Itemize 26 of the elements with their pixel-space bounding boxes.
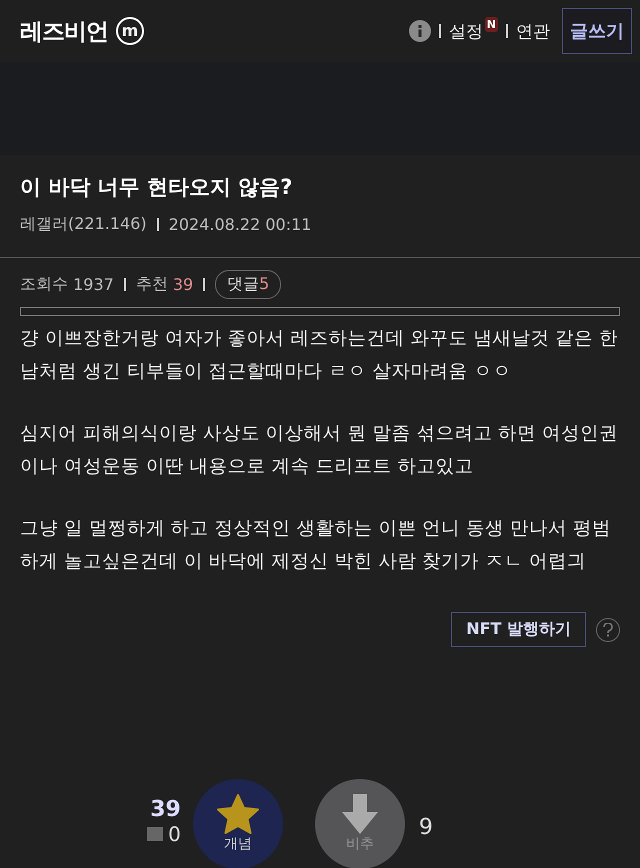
downvote-count: 9 <box>418 814 433 840</box>
recommend-label: 추천 <box>136 274 168 295</box>
recommend-count: 39 <box>172 275 194 294</box>
info-icon[interactable] <box>408 20 431 42</box>
site-logo[interactable]: 레즈비언 <box>20 16 108 46</box>
fixed-upvote-count: 0 <box>168 822 181 846</box>
post-paragraph: 걍 이쁘장한거랑 여자가 좋아서 레즈하는건데 와꾸도 냄새날것 같은 한남처럼 생긴 티부들이 접근할때마다 ㄹㅇ 살자마려움 ㅇㅇ <box>20 327 620 384</box>
comments-button[interactable]: 댓글5 <box>215 270 282 299</box>
upvote-button[interactable]: 개념 <box>192 779 283 868</box>
help-icon[interactable] <box>596 618 620 642</box>
post-paragraph: 그냥 일 멀쩡하게 하고 정상적인 생활하는 이쁜 언니 동생 만나서 평범하게 놀고싶은건데 이 바닥에 제정신 박힌 사람 찾기가 ㅈㄴ 어렵긔 <box>20 517 612 574</box>
nft-button[interactable]: NFT 발행하기 <box>451 612 586 647</box>
star-icon <box>216 793 260 835</box>
upvote-count: 39 <box>150 797 181 822</box>
views-label: 조회수 <box>20 274 68 295</box>
post-paragraph: 심지어 피해의식이랑 사상도 이상해서 뭔 말좀 섞으려고 하면 여성인권이나 여성운동 이딴 내용으로 계속 드리프트 하고있고 <box>20 422 620 479</box>
down-arrow-icon <box>340 793 380 835</box>
related-link[interactable]: 연관 <box>516 20 550 42</box>
post-date: 2024.08.22 00:11 <box>168 215 312 234</box>
write-button[interactable]: 글쓰기 <box>562 8 632 54</box>
author-name[interactable]: 레갤러(221.146) <box>20 214 147 235</box>
views-count: 1937 <box>73 275 114 294</box>
post-title: 이 바닥 너무 현타오지 않음? <box>20 174 294 201</box>
logo-mark-icon: m <box>116 17 144 45</box>
settings-link[interactable]: 설정 <box>448 20 483 42</box>
new-badge: N <box>484 17 498 32</box>
